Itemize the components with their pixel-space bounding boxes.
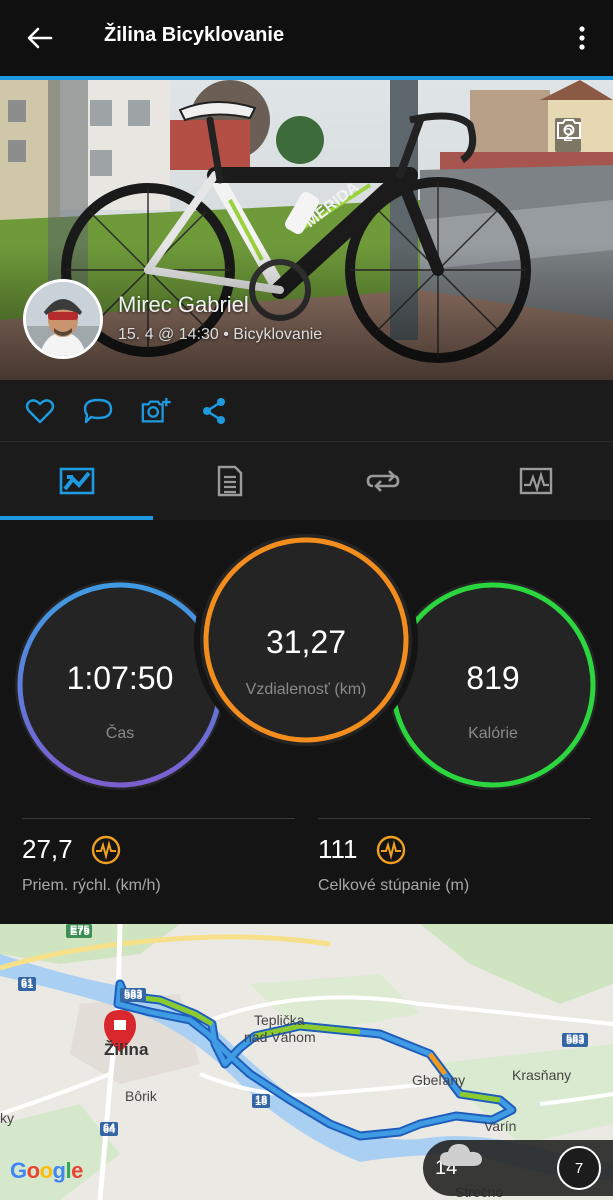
- arrow-left-icon: [27, 27, 53, 49]
- wind-badge: 7: [557, 1146, 601, 1190]
- route-map[interactable]: E75 61 583 583 18 64 E75 61 583 583 18 6…: [0, 924, 613, 1200]
- activity-meta: 15. 4 @ 14:30 • Bicyklovanie: [118, 326, 323, 343]
- avatar[interactable]: [23, 279, 103, 359]
- comment-icon: [83, 398, 113, 424]
- map-label-krasnany: Krasňany: [512, 1067, 572, 1083]
- add-photo-icon: [141, 397, 171, 423]
- elevation-label: Celkové stúpanie (m): [318, 877, 470, 894]
- map-label-64: 64: [103, 1122, 116, 1134]
- elevation-value: 111: [318, 834, 358, 864]
- map-label-gbelany: Gbeľany: [412, 1072, 466, 1088]
- divider-left: [22, 818, 295, 819]
- avatar-image: [26, 282, 100, 356]
- more-vertical-icon: [579, 26, 585, 50]
- google-logo: Google: [10, 1158, 83, 1183]
- tab-charts[interactable]: [459, 442, 612, 520]
- add-photo-button[interactable]: [140, 395, 172, 427]
- map-label-e75: E75: [70, 924, 90, 936]
- heart-icon: [25, 399, 55, 424]
- map-label-18: 18: [255, 1094, 268, 1106]
- avg-speed-stat[interactable]: 27,7 Priem. rýchl. (km/h): [22, 834, 161, 895]
- elevation-stat[interactable]: 111 Celkové stúpanie (m): [318, 834, 469, 895]
- divider-right: [318, 818, 591, 819]
- map-label-teplicka: Teplička: [254, 1012, 305, 1028]
- map-label-nad-vahom: nad Váhom: [244, 1029, 316, 1045]
- stats-panel: 1:07:50 Čas 819 Kalórie 31,27 Vzdialenos…: [0, 520, 613, 923]
- calories-ring: 819 Kalórie: [388, 580, 598, 790]
- distance-ring: 31,27 Vzdialenosť (km): [200, 534, 412, 746]
- app-bar: Žilina Bicyklovanie: [0, 0, 613, 76]
- action-bar: [0, 380, 613, 442]
- calories-ring-arc: [390, 582, 596, 788]
- map-label-583a: 583: [124, 988, 143, 1000]
- activity-photo[interactable]: MERIDA 2 Mirec Gabriel 15. 4 @ 14:30 • B…: [0, 80, 613, 380]
- camera-icon: [556, 119, 581, 139]
- page-title: Žilina Bicyklovanie: [104, 24, 285, 46]
- activity-graph-icon: [519, 467, 552, 495]
- map-label-zilina: Žilina: [104, 1040, 149, 1059]
- avg-speed-label: Priem. rýchl. (km/h): [22, 877, 161, 894]
- tab-bar: [0, 442, 613, 520]
- comment-button[interactable]: [82, 395, 114, 427]
- map-label-borik: Bôrik: [125, 1088, 157, 1104]
- loop-arrows-icon: [366, 470, 399, 492]
- cloud-icon: [440, 1144, 482, 1166]
- weather-widget[interactable]: 14° 7: [423, 1140, 613, 1196]
- time-ring-arc: [17, 582, 223, 788]
- document-list-icon: [217, 465, 242, 497]
- tab-laps[interactable]: [306, 442, 459, 520]
- time-ring: 1:07:50 Čas: [15, 580, 225, 790]
- avg-speed-value: 27,7: [22, 834, 73, 864]
- tab-details[interactable]: [153, 442, 306, 520]
- like-button[interactable]: [24, 395, 56, 427]
- pulse-badge-icon: [376, 835, 405, 864]
- photo-count-badge[interactable]: 2: [554, 118, 581, 152]
- pulse-badge-icon: [91, 835, 120, 864]
- map-label-ky: ky: [0, 1110, 14, 1126]
- share-icon: [203, 398, 225, 424]
- distance-ring-arc: [203, 537, 409, 743]
- tab-overview[interactable]: [0, 442, 153, 520]
- more-options-button[interactable]: [567, 20, 597, 56]
- share-button[interactable]: [198, 395, 230, 427]
- map-label-583b: 583: [566, 1033, 585, 1045]
- overview-chart-icon: [59, 467, 94, 495]
- map-label-varin: Varín: [484, 1118, 517, 1134]
- user-name[interactable]: Mirec Gabriel: [118, 292, 249, 318]
- map-label-61: 61: [21, 977, 34, 989]
- back-button[interactable]: [22, 20, 58, 56]
